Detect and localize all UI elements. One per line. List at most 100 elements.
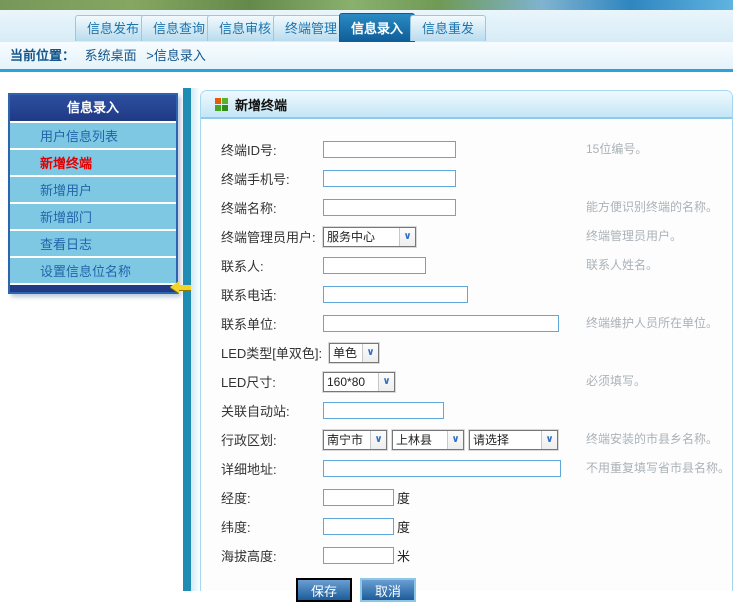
cancel-button[interactable]: 取消 [360, 578, 416, 602]
sidebar-item-view-logs[interactable]: 查看日志 [10, 229, 176, 256]
form-row: 终端ID号: 15位编号。 [201, 135, 732, 164]
form-row: 联系电话: [201, 280, 732, 309]
field-hint: 联系人姓名。 [586, 251, 658, 280]
form-row: 联系单位: 终端维护人员所在单位。 [201, 309, 732, 338]
form-row: LED尺寸: 160*80 ∨ 必须填写。 [201, 367, 732, 396]
tab-info-publish[interactable]: 信息发布 [75, 15, 151, 41]
breadcrumb: 当前位置： 系统桌面 >信息录入 [0, 42, 733, 69]
form-row: 纬度: 度 [201, 512, 732, 541]
region-city-select[interactable]: 南宁市 ∨ [323, 430, 387, 450]
form-row: 海拔高度: 米 [201, 541, 732, 570]
tab-terminal-management[interactable]: 终端管理 [273, 15, 349, 41]
chevron-down-icon: ∨ [541, 431, 557, 449]
form-row: 终端管理员用户: 服务中心 ∨ 终端管理员用户。 [201, 222, 732, 251]
field-label: 纬度: [221, 517, 323, 536]
field-label: 联系电话: [221, 285, 323, 304]
field-label: 终端名称: [221, 198, 323, 217]
terminal-name-input[interactable] [323, 199, 456, 216]
field-hint: 必须填写。 [586, 367, 646, 396]
detail-address-input[interactable] [323, 460, 561, 477]
page-title: 新增终端 [235, 95, 287, 114]
form-row: 终端手机号: [201, 164, 732, 193]
sidebar-item-add-terminal[interactable]: 新增终端 [10, 148, 176, 175]
led-type-select[interactable]: 单色 ∨ [329, 343, 379, 363]
contact-person-input[interactable] [323, 257, 426, 274]
panel-header: 新增终端 [201, 91, 732, 119]
field-hint: 15位编号。 [586, 135, 647, 164]
contact-unit-input[interactable] [323, 315, 559, 332]
field-label: LED尺寸: [221, 372, 323, 391]
content-panel: 新增终端 终端ID号: 15位编号。 终端手机号: 终端名称: 能方便识别终端的… [200, 90, 733, 591]
field-label: 终端管理员用户: [221, 227, 323, 246]
led-type-selected-value: 单色 [330, 344, 362, 361]
field-hint: 不用重复填写省市县名称。 [586, 454, 730, 483]
field-label: 终端手机号: [221, 169, 323, 188]
tab-info-query[interactable]: 信息查询 [141, 15, 217, 41]
region-county-selected-value: 上林县 [393, 431, 447, 448]
sidebar-item-user-info-list[interactable]: 用户信息列表 [10, 121, 176, 148]
tab-info-resend[interactable]: 信息重发 [410, 15, 486, 41]
chevron-down-icon: ∨ [378, 373, 394, 391]
field-label: LED类型[单双色]: [221, 343, 329, 362]
field-label: 联系单位: [221, 314, 323, 333]
form-row: 详细地址: 不用重复填写省市县名称。 [201, 454, 732, 483]
chevron-down-icon: ∨ [362, 344, 378, 362]
latitude-input[interactable] [323, 518, 394, 535]
form-actions: 保存 取消 [201, 573, 732, 607]
tab-info-audit[interactable]: 信息审核 [207, 15, 283, 41]
field-label: 详细地址: [221, 459, 323, 478]
admin-user-selected-value: 服务中心 [324, 228, 399, 245]
region-town-select[interactable]: 请选择 ∨ [469, 430, 558, 450]
breadcrumb-home-link[interactable]: 系统桌面 [85, 48, 137, 63]
field-label: 经度: [221, 488, 323, 507]
collapse-sidebar-arrow-icon[interactable] [170, 281, 194, 293]
add-terminal-form: 终端ID号: 15位编号。 终端手机号: 终端名称: 能方便识别终端的名称。 终… [201, 119, 732, 607]
top-tab-bar: 信息发布 信息查询 信息审核 终端管理 信息录入 信息重发 [0, 10, 733, 42]
admin-user-select[interactable]: 服务中心 ∨ [323, 227, 416, 247]
splitter-shadow [191, 88, 200, 591]
region-city-selected-value: 南宁市 [324, 431, 370, 448]
sidebar-item-set-infoslot-name[interactable]: 设置信息位名称 [10, 256, 176, 283]
form-row: 经度: 度 [201, 483, 732, 512]
field-hint: 终端维护人员所在单位。 [586, 309, 718, 338]
region-county-select[interactable]: 上林县 ∨ [392, 430, 464, 450]
contact-phone-input[interactable] [323, 286, 468, 303]
field-label: 联系人: [221, 256, 323, 275]
terminal-id-input[interactable] [323, 141, 456, 158]
field-hint: 终端安装的市县乡名称。 [586, 425, 718, 454]
sidebar-title: 信息录入 [10, 95, 176, 121]
form-row: 联系人: 联系人姓名。 [201, 251, 732, 280]
field-label: 行政区划: [221, 430, 323, 449]
breadcrumb-current: 信息录入 [154, 48, 206, 63]
unit-label: 米 [397, 546, 410, 565]
form-row: 关联自动站: [201, 396, 732, 425]
led-size-select[interactable]: 160*80 ∨ [323, 372, 395, 392]
tab-info-entry[interactable]: 信息录入 [339, 13, 415, 43]
unit-label: 度 [397, 488, 410, 507]
field-label: 关联自动站: [221, 401, 323, 420]
field-hint: 能方便识别终端的名称。 [586, 193, 718, 222]
breadcrumb-prefix: 当前位置： [10, 48, 75, 63]
field-hint: 终端管理员用户。 [586, 222, 682, 251]
sidebar-item-add-department[interactable]: 新增部门 [10, 202, 176, 229]
sidebar-menu: 信息录入 用户信息列表 新增终端 新增用户 新增部门 查看日志 设置信息位名称 [8, 93, 178, 294]
grid-squares-icon [215, 98, 228, 111]
terminal-phone-input[interactable] [323, 170, 456, 187]
auto-station-input[interactable] [323, 402, 444, 419]
chevron-down-icon: ∨ [399, 228, 415, 246]
form-row: 终端名称: 能方便识别终端的名称。 [201, 193, 732, 222]
field-label: 终端ID号: [221, 140, 323, 159]
altitude-input[interactable] [323, 547, 394, 564]
header-divider-line [0, 69, 733, 72]
chevron-down-icon: ∨ [370, 431, 386, 449]
sidebar-item-add-user[interactable]: 新增用户 [10, 175, 176, 202]
sidebar-splitter-bar[interactable] [183, 88, 191, 591]
led-size-selected-value: 160*80 [324, 375, 378, 389]
longitude-input[interactable] [323, 489, 394, 506]
form-row: 行政区划: 南宁市 ∨ 上林县 ∨ 请选择 ∨ 终端安装的市县乡名称。 [201, 425, 732, 454]
save-button[interactable]: 保存 [296, 578, 352, 602]
region-town-selected-value: 请选择 [470, 431, 541, 448]
breadcrumb-separator: > [146, 48, 154, 63]
unit-label: 度 [397, 517, 410, 536]
header-photo-strip [0, 0, 733, 10]
